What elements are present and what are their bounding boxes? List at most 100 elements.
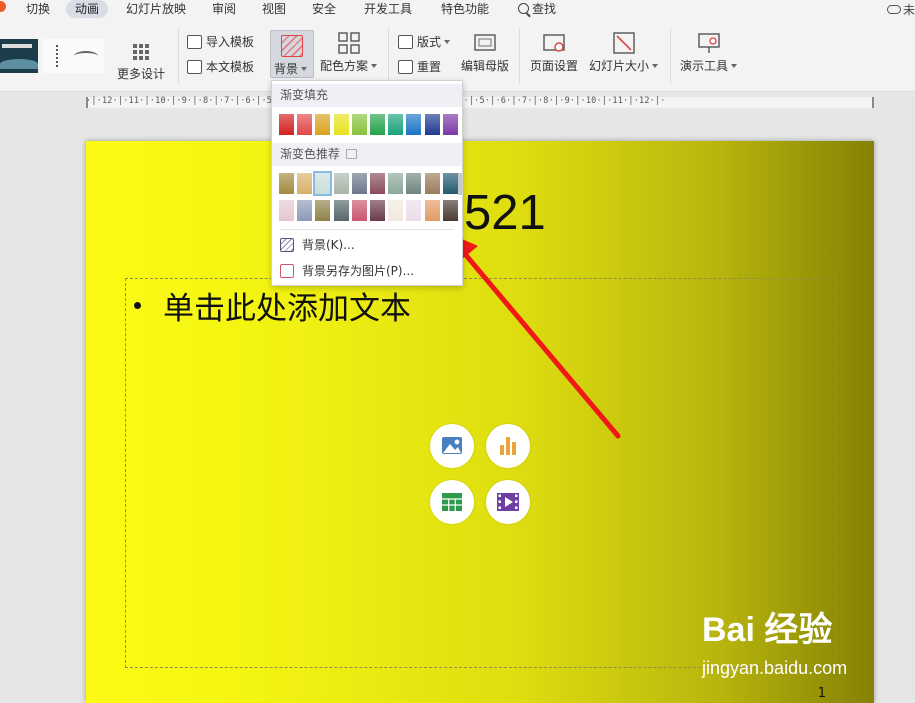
insert-chart-button[interactable]	[486, 424, 530, 468]
layout-label: 版式	[417, 35, 450, 49]
tab-security[interactable]: 安全	[312, 0, 336, 18]
design-thumbnail-1[interactable]	[0, 39, 38, 73]
save-image-icon	[280, 264, 294, 278]
insert-table-button[interactable]	[430, 480, 474, 524]
swatch-scrollbar[interactable]	[458, 173, 462, 195]
insert-picture-button[interactable]	[430, 424, 474, 468]
layout-button[interactable]: 版式	[398, 33, 450, 51]
horizontal-ruler: ·|·12·|·11·|·10·|·9·|·8·|·7·|·6·|·5·|·4·…	[86, 96, 874, 108]
color-swatch[interactable]	[406, 200, 422, 221]
divider	[519, 28, 520, 84]
import-template-button[interactable]: 导入模板	[187, 33, 254, 51]
color-swatch[interactable]	[388, 173, 404, 194]
color-swatch[interactable]	[370, 114, 385, 135]
tab-features[interactable]: 特色功能	[441, 0, 489, 18]
tab-animation[interactable]: 动画	[66, 0, 109, 18]
text-template-button[interactable]: 本文模板	[187, 58, 254, 76]
color-swatch[interactable]	[313, 171, 333, 196]
color-swatch[interactable]	[333, 114, 349, 135]
color-swatch[interactable]	[388, 114, 404, 135]
color-swatch[interactable]	[388, 200, 404, 221]
insert-video-button[interactable]	[486, 480, 530, 524]
tab-transitions[interactable]: 切换	[26, 0, 50, 18]
tab-slideshow[interactable]: 幻灯片放映	[126, 0, 186, 18]
tab-developer[interactable]: 开发工具	[364, 0, 412, 18]
app-menu-icon[interactable]	[0, 1, 6, 12]
color-swatch[interactable]	[279, 200, 294, 221]
color-swatch[interactable]	[406, 173, 422, 194]
color-swatch[interactable]	[424, 173, 440, 194]
comment-icon[interactable]	[346, 149, 358, 159]
reset-icon	[398, 60, 413, 74]
color-swatch[interactable]	[297, 173, 313, 194]
more-design-button[interactable]: 更多设计	[117, 40, 165, 82]
chart-icon	[500, 437, 516, 455]
color-swatch[interactable]	[424, 114, 440, 135]
slide-page-number: 1	[817, 686, 826, 701]
edit-master-button[interactable]: 编辑母版	[461, 32, 509, 74]
design-thumbnail-2[interactable]	[42, 39, 104, 73]
slide-size-button[interactable]: 幻灯片大小	[589, 32, 658, 74]
layout-icon	[398, 35, 413, 49]
page-setup-label: 页面设置	[530, 59, 579, 73]
bullet-label: 单击此处添加文本	[163, 291, 411, 327]
color-swatch[interactable]	[315, 114, 331, 135]
color-swatch[interactable]	[351, 200, 367, 221]
reset-button[interactable]: 重置	[398, 58, 441, 76]
import-template-icon	[187, 35, 202, 49]
tab-review[interactable]: 审阅	[212, 0, 236, 18]
color-swatch[interactable]	[279, 114, 294, 135]
color-swatch[interactable]	[333, 200, 349, 221]
table-icon	[442, 493, 462, 511]
menu-item-background-label: 背景(K)...	[302, 238, 355, 252]
color-swatch[interactable]	[351, 173, 367, 194]
slide-title-text[interactable]: 521	[464, 185, 546, 241]
edit-master-label: 编辑母版	[461, 59, 510, 73]
divider	[388, 28, 389, 84]
color-swatch[interactable]	[370, 200, 385, 221]
page-setup-icon	[543, 32, 565, 54]
more-design-label: 更多设计	[117, 67, 166, 81]
menu-item-background[interactable]: 背景(K)...	[280, 234, 458, 256]
color-swatch[interactable]	[406, 114, 422, 135]
cloud-sync-button[interactable]: 未	[886, 1, 915, 17]
slide-size-label: 幻灯片大小	[589, 59, 658, 73]
reset-label: 重置	[417, 60, 442, 74]
menu-item-save-background-label: 背景另存为图片(P)...	[302, 264, 415, 278]
color-swatch[interactable]	[333, 173, 349, 194]
color-swatch[interactable]	[297, 200, 313, 221]
color-swatch[interactable]	[315, 200, 331, 221]
recommended-gradient-label: 渐变色推荐	[280, 147, 341, 161]
color-scheme-icon	[337, 32, 360, 54]
background-button[interactable]: 背景	[270, 30, 314, 78]
color-swatch[interactable]	[370, 173, 385, 194]
divider	[178, 28, 179, 84]
text-template-icon	[187, 60, 202, 74]
grid-icon	[133, 44, 149, 60]
tab-view[interactable]: 视图	[262, 0, 286, 18]
background-dropdown-menu: 渐变填充 渐变色推荐 背景(K)... 背景另存为图片(P)...	[271, 80, 463, 286]
page-setup-button[interactable]: 页面设置	[530, 32, 578, 74]
color-swatch[interactable]	[442, 200, 458, 221]
divider	[670, 28, 671, 84]
color-swatch[interactable]	[442, 114, 458, 135]
search-button[interactable]: 查找	[518, 0, 556, 18]
color-swatch[interactable]	[442, 173, 458, 194]
watermark-main-text: Bai 经验	[702, 611, 833, 649]
menu-bar: 切换 动画 幻灯片放映 审阅 视图 安全 开发工具 特色功能 查找 未	[0, 0, 915, 20]
slide-size-icon	[612, 32, 635, 54]
text-template-label: 本文模板	[206, 60, 255, 74]
search-icon	[518, 3, 529, 14]
ruler-ticks: ·|·12·|·11·|·10·|·9·|·8·|·7·|·6·|·5·|·4·…	[86, 96, 874, 107]
color-scheme-label: 配色方案	[320, 59, 377, 73]
presenter-tools-button[interactable]: 演示工具	[680, 32, 737, 74]
color-swatch[interactable]	[297, 114, 313, 135]
menu-item-save-background-as-image[interactable]: 背景另存为图片(P)...	[280, 260, 458, 282]
color-swatch[interactable]	[351, 114, 367, 135]
color-scheme-button[interactable]: 配色方案	[320, 32, 377, 74]
background-icon	[281, 35, 303, 57]
bullet-text[interactable]: 单击此处添加文本	[134, 283, 411, 328]
color-swatch[interactable]	[279, 173, 294, 194]
color-swatch[interactable]	[424, 200, 440, 221]
bullet-icon	[134, 302, 141, 309]
